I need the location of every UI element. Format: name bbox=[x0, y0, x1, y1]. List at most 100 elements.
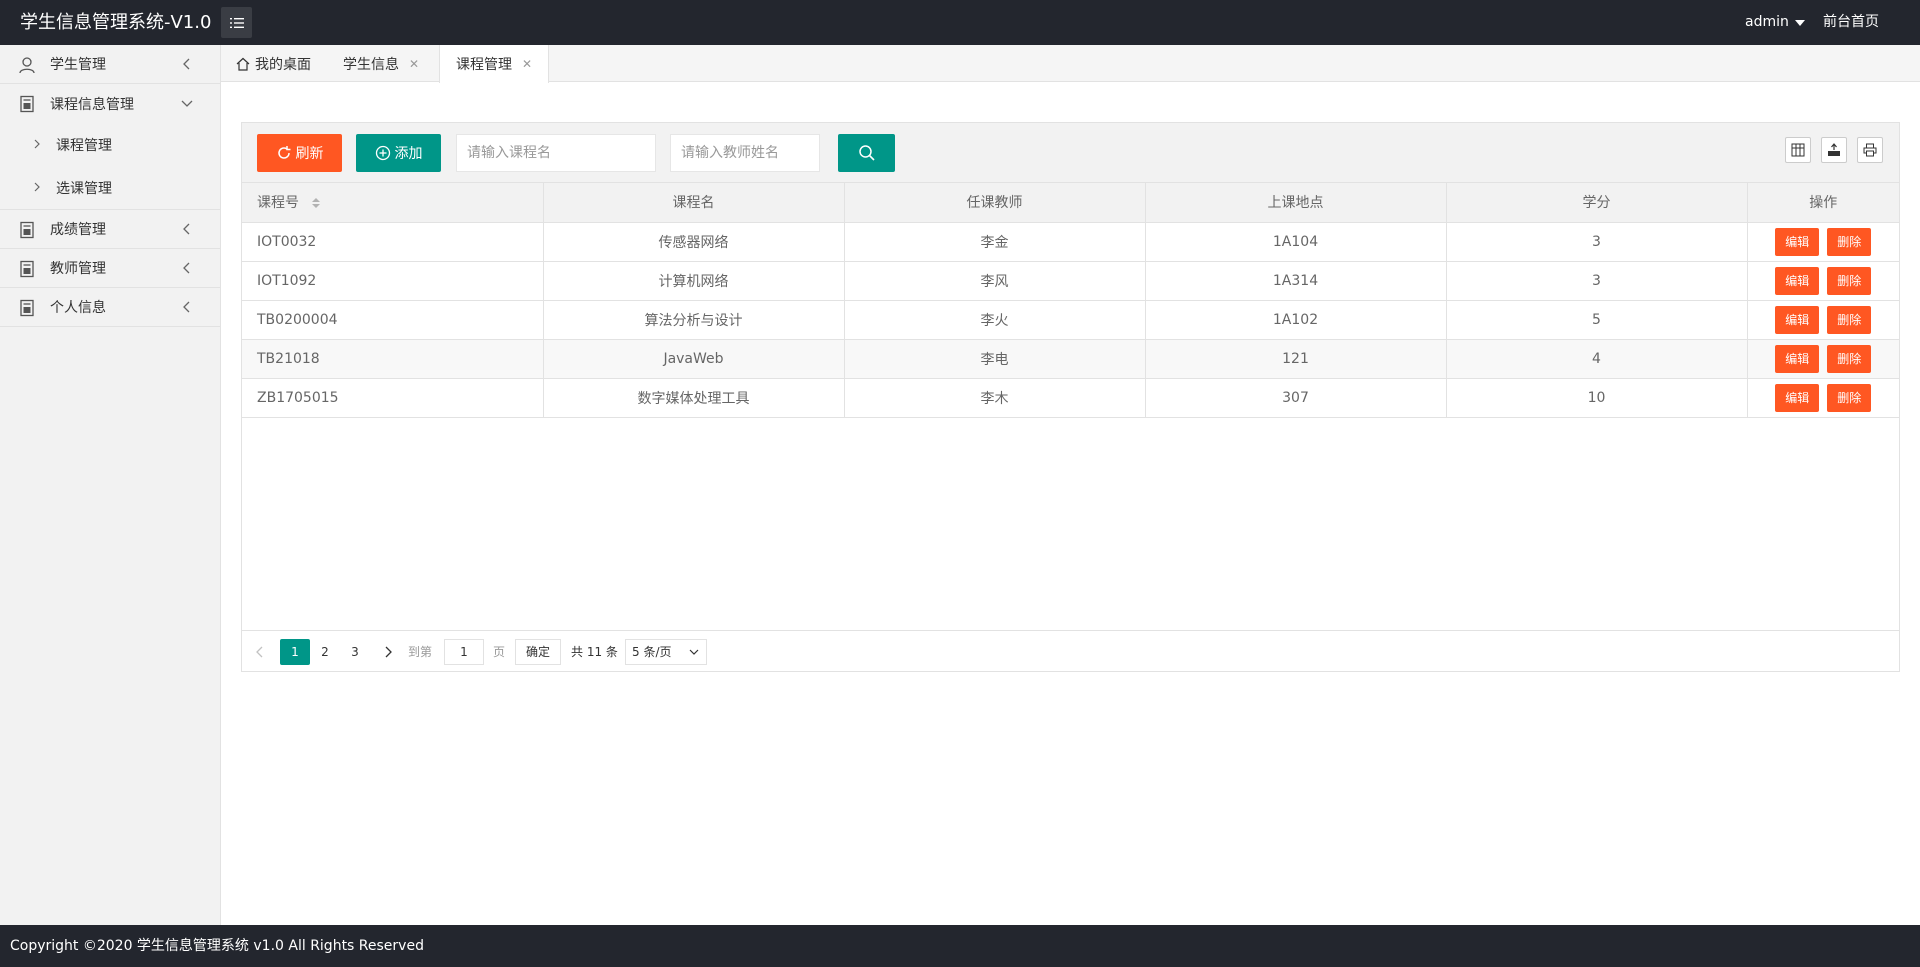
caret-down-icon bbox=[1794, 19, 1805, 26]
menu-toggle-button[interactable] bbox=[221, 7, 252, 38]
pagination: 1 2 3 到第 页 确定 共 11 条 5 条/页 bbox=[242, 630, 1899, 671]
page-button-2[interactable]: 2 bbox=[310, 639, 340, 665]
doc-icon bbox=[20, 221, 34, 239]
page-button-3[interactable]: 3 bbox=[340, 639, 370, 665]
cell-course-name: 传感器网络 bbox=[543, 222, 845, 262]
user-menu[interactable]: admin bbox=[1745, 0, 1805, 45]
next-page-icon[interactable] bbox=[382, 645, 394, 659]
print-button[interactable] bbox=[1857, 137, 1883, 163]
front-home-link[interactable]: 前台首页 bbox=[1823, 0, 1879, 45]
course-name-input[interactable] bbox=[456, 134, 656, 172]
cell-course-name: 计算机网络 bbox=[543, 261, 845, 301]
cell-place: 307 bbox=[1145, 378, 1447, 418]
sidebar-item-grades[interactable]: 成绩管理 bbox=[0, 210, 220, 249]
cell-actions: 编辑 删除 bbox=[1747, 339, 1899, 379]
page-size-value: 5 条/页 bbox=[632, 645, 672, 659]
sidebar-item-label: 学生管理 bbox=[50, 57, 106, 73]
course-table-panel: 刷新 添加 课程号 课 bbox=[241, 122, 1900, 672]
search-icon bbox=[858, 145, 875, 161]
table-row: TB0200004 算法分析与设计 李火 1A102 5 编辑 删除 bbox=[242, 300, 1899, 340]
cell-place: 1A314 bbox=[1145, 261, 1447, 301]
delete-button[interactable]: 删除 bbox=[1827, 227, 1872, 256]
column-header-course-name: 课程名 bbox=[543, 183, 845, 223]
table-row: IOT1092 计算机网络 李风 1A314 3 编辑 删除 bbox=[242, 261, 1899, 301]
export-icon bbox=[1828, 143, 1840, 156]
table-toolbar: 刷新 添加 bbox=[242, 123, 1899, 183]
tab-label: 课程管理 bbox=[456, 57, 512, 73]
top-header: 学生信息管理系统-V1.0 admin 前台首页 bbox=[0, 0, 1920, 45]
chevron-right-icon bbox=[34, 182, 40, 192]
delete-button[interactable]: 删除 bbox=[1827, 344, 1872, 373]
delete-button[interactable]: 删除 bbox=[1827, 383, 1872, 412]
tab-course-manage[interactable]: 课程管理 ✕ bbox=[439, 45, 550, 83]
add-button[interactable]: 添加 bbox=[356, 134, 441, 172]
print-icon bbox=[1863, 143, 1877, 157]
page-button-1[interactable]: 1 bbox=[280, 639, 310, 665]
course-table: 课程号 课程名 任课教师 上课地点 学分 操作 IOT0032 传感器网络 李金… bbox=[242, 183, 1899, 418]
cell-credit: 5 bbox=[1446, 300, 1748, 340]
table-row: TB21018 JavaWeb 李电 121 4 编辑 删除 bbox=[242, 339, 1899, 379]
sidebar-item-student[interactable]: 学生管理 bbox=[0, 45, 220, 84]
cell-actions: 编辑 删除 bbox=[1747, 222, 1899, 262]
edit-button[interactable]: 编辑 bbox=[1775, 344, 1820, 373]
tab-bar: 我的桌面 学生信息 ✕ 课程管理 ✕ bbox=[221, 45, 1920, 83]
chevron-left-icon bbox=[183, 301, 190, 313]
column-header-teacher: 任课教师 bbox=[844, 183, 1146, 223]
close-icon[interactable]: ✕ bbox=[522, 57, 532, 71]
add-label: 添加 bbox=[394, 146, 423, 162]
sidebar-subitem-course-select[interactable]: 选课管理 bbox=[0, 166, 220, 209]
cell-actions: 编辑 删除 bbox=[1747, 300, 1899, 340]
tab-desktop[interactable]: 我的桌面 bbox=[235, 45, 311, 82]
goto-confirm-button[interactable]: 确定 bbox=[515, 639, 561, 665]
chevron-down-icon bbox=[689, 649, 699, 655]
cell-place: 121 bbox=[1145, 339, 1447, 379]
edit-button[interactable]: 编辑 bbox=[1775, 383, 1820, 412]
teacher-name-input[interactable] bbox=[670, 134, 820, 172]
column-filter-button[interactable] bbox=[1785, 137, 1811, 163]
page-size-select[interactable]: 5 条/页 bbox=[625, 639, 707, 665]
sidebar-subitem-label: 选课管理 bbox=[56, 180, 112, 197]
chevron-left-icon bbox=[183, 58, 190, 70]
cell-course-id: IOT0032 bbox=[242, 222, 544, 262]
sidebar-item-profile[interactable]: 个人信息 bbox=[0, 288, 220, 327]
column-header-actions: 操作 bbox=[1747, 183, 1899, 223]
search-button[interactable] bbox=[838, 134, 895, 172]
refresh-button[interactable]: 刷新 bbox=[257, 134, 342, 172]
close-icon[interactable]: ✕ bbox=[409, 57, 419, 71]
cell-teacher: 李金 bbox=[844, 222, 1146, 262]
edit-button[interactable]: 编辑 bbox=[1775, 266, 1820, 295]
refresh-icon bbox=[277, 146, 290, 159]
sidebar-item-label: 成绩管理 bbox=[50, 222, 106, 238]
doc-icon bbox=[20, 299, 34, 317]
tab-student-info[interactable]: 学生信息 ✕ bbox=[343, 45, 419, 82]
goto-page-input[interactable] bbox=[444, 639, 484, 665]
footer: Copyright ©2020 学生信息管理系统 v1.0 All Rights… bbox=[0, 925, 1920, 967]
cell-credit: 3 bbox=[1446, 222, 1748, 262]
cell-course-id: ZB1705015 bbox=[242, 378, 544, 418]
sidebar-item-label: 课程信息管理 bbox=[50, 96, 134, 113]
doc-icon bbox=[20, 95, 34, 113]
cell-course-id: IOT1092 bbox=[242, 261, 544, 301]
page-unit-label: 页 bbox=[493, 645, 506, 659]
edit-button[interactable]: 编辑 bbox=[1775, 305, 1820, 334]
cell-teacher: 李风 bbox=[844, 261, 1146, 301]
copyright-text: Copyright ©2020 学生信息管理系统 v1.0 All Rights… bbox=[10, 938, 424, 954]
export-button[interactable] bbox=[1821, 137, 1847, 163]
sidebar-subitem-course-manage[interactable]: 课程管理 bbox=[0, 123, 220, 166]
home-icon bbox=[236, 57, 250, 71]
cell-course-name: 算法分析与设计 bbox=[543, 300, 845, 340]
chevron-right-icon bbox=[34, 139, 40, 149]
tab-label: 我的桌面 bbox=[255, 56, 311, 73]
sidebar-item-teachers[interactable]: 教师管理 bbox=[0, 249, 220, 288]
columns-icon bbox=[1791, 143, 1805, 157]
sidebar-item-course-info[interactable]: 课程信息管理 bbox=[0, 84, 220, 123]
delete-button[interactable]: 删除 bbox=[1827, 266, 1872, 295]
cell-actions: 编辑 删除 bbox=[1747, 378, 1899, 418]
delete-button[interactable]: 删除 bbox=[1827, 305, 1872, 334]
column-header-course-id[interactable]: 课程号 bbox=[242, 183, 544, 223]
sort-icon[interactable] bbox=[311, 196, 321, 210]
user-icon bbox=[19, 57, 35, 74]
edit-button[interactable]: 编辑 bbox=[1775, 227, 1820, 256]
prev-page-icon[interactable] bbox=[254, 645, 266, 659]
sidebar-item-label: 教师管理 bbox=[50, 261, 106, 277]
